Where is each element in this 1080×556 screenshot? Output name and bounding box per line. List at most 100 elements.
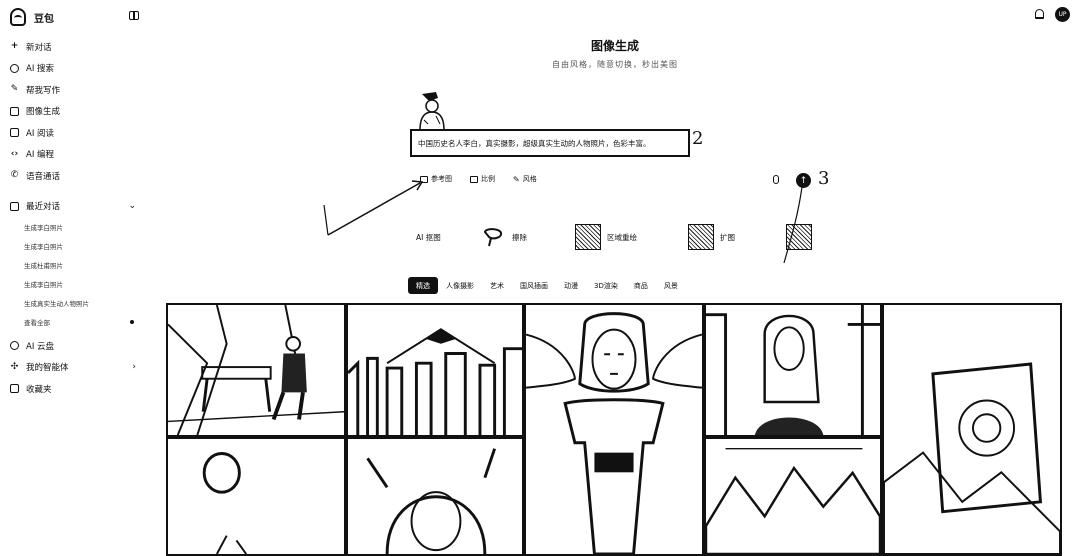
annotation-label-2: 2 [692,128,704,149]
gallery-image[interactable] [166,303,346,437]
page-subtitle: 自由风格，随意切换，秒出美图 [552,60,678,69]
sidebar-item-label: 帮我写作 [26,85,61,96]
cloud-icon [10,341,19,351]
gallery-image[interactable] [524,303,704,556]
send-button[interactable]: ↑ [796,173,811,188]
sidebar-item-writing[interactable]: ✎ 帮我写作 [0,79,150,101]
phone-icon: ✆ [10,170,19,181]
tab-featured[interactable]: 精选 [408,277,438,294]
ratio-icon [470,175,478,183]
tab-products[interactable]: 商品 [626,277,656,294]
sidebar-nav: + 新对话 AI 搜索 ✎ 帮我写作 图像生成 AI 阅读 ‹› AI 编程 ✆… [0,36,150,400]
image-icon [10,106,19,116]
microphone-icon[interactable] [773,175,779,184]
tab-chinese-illustration[interactable]: 国风插画 [512,277,556,294]
sidebar-collapse-icon[interactable] [129,11,139,20]
recent-chat-item[interactable]: 生成杜甫照片 [24,255,150,274]
style-button[interactable]: ✎ 风格 [513,174,537,184]
recent-chat-item[interactable]: 生成李白照片 [24,236,150,255]
sidebar-item-new-chat[interactable]: + 新对话 [0,36,150,58]
gallery-image[interactable] [346,437,524,556]
feature-label: 区域重绘 [607,232,637,242]
style-label: 风格 [522,175,537,183]
sidebar: 豆包 + 新对话 AI 搜索 ✎ 帮我写作 图像生成 AI 阅读 ‹› AI 编… [0,0,150,556]
recent-chats-header[interactable]: 最近对话 ⌄ [0,196,150,218]
reference-image-button[interactable]: 参考图 [420,174,452,184]
sidebar-item-label: 收藏夹 [26,384,52,395]
page-title: 图像生成 [590,39,639,53]
app-window: 豆包 + 新对话 AI 搜索 ✎ 帮我写作 图像生成 AI 阅读 ‹› AI 编… [0,0,1080,556]
sidebar-item-label: 我的智能体 [26,363,69,374]
tab-portrait[interactable]: 人像摄影 [438,277,482,294]
sidebar-item-label: AI 云盘 [26,341,55,352]
view-all-label: 查看全部 [24,318,50,327]
bookmark-icon [10,384,19,394]
image-gallery [166,303,1062,556]
more-dot-icon [130,319,134,324]
expand-image-thumb [688,224,714,250]
gallery-image[interactable] [166,437,346,556]
prompt-toolbar: 参考图 比例 ✎ 风格 [420,174,537,184]
gallery-image[interactable] [704,437,882,556]
chevron-down-icon[interactable]: ⌄ [128,201,136,211]
sidebar-item-label: AI 阅读 [26,128,55,139]
sidebar-item-image-generation[interactable]: 图像生成 [0,101,150,123]
brush-icon: ✎ [513,174,520,184]
image-icon [420,175,428,183]
gallery-image[interactable] [346,303,524,437]
feature-label: AI 抠图 [416,232,441,242]
recent-chat-item[interactable]: 生成李白照片 [24,217,150,236]
gallery-image[interactable] [704,303,882,437]
category-tabs: 精选 人像摄影 艺术 国风插画 动漫 3D渲染 商品 风景 [408,277,686,294]
erase-thumb-icon [483,228,503,247]
sidebar-item-voice-call[interactable]: ✆ 语音通话 [0,165,150,187]
annotation-label-3: 3 [818,168,830,189]
expand-image-button[interactable]: 扩图 [688,220,735,254]
prompt-input[interactable]: 中国历史名人李白，真实摄影，超级真实生动的人物照片，色彩丰富。 [410,129,690,157]
aspect-ratio-button[interactable]: 比例 [470,174,495,184]
sidebar-item-label: 新对话 [26,42,52,53]
sidebar-item-label: AI 编程 [26,150,55,161]
region-redraw-button[interactable]: 区域重绘 [575,220,637,254]
reference-image-label: 参考图 [431,175,452,183]
sidebar-item-label: 图像生成 [26,107,61,118]
feature-row: AI 抠图 擦除 区域重绘 扩图 [410,220,830,254]
tab-3d-render[interactable]: 3D渲染 [586,277,626,294]
feature-label: 擦除 [512,232,527,242]
plus-icon: + [10,41,19,52]
recent-chat-item[interactable]: 生成李白照片 [24,274,150,293]
ai-cutout-button[interactable]: AI 抠图 [416,220,441,254]
sidebar-item-label: AI 搜索 [26,64,55,75]
sidebar-item-ai-reading[interactable]: AI 阅读 [0,122,150,144]
erase-button[interactable]: 擦除 [480,220,527,254]
doubao-logo-icon [10,8,26,26]
chevron-right-icon[interactable]: › [132,362,136,372]
chat-icon [10,201,19,211]
brand[interactable]: 豆包 [10,8,54,26]
avatar[interactable]: UP [1055,7,1070,22]
agent-icon: ✣ [10,361,19,372]
sidebar-item-cloud-drive[interactable]: AI 云盘 [0,335,150,357]
book-icon [10,128,19,138]
sidebar-item-favorites[interactable]: 收藏夹 [0,378,150,400]
sidebar-item-my-agents[interactable]: ✣ 我的智能体 › [0,357,150,379]
sidebar-item-ai-coding[interactable]: ‹› AI 编程 [0,144,150,166]
pen-icon: ✎ [10,84,19,95]
gallery-image[interactable] [882,303,1062,556]
region-redraw-thumb [575,224,601,250]
more-feature-button[interactable] [786,220,812,254]
search-icon [10,63,19,73]
tab-anime[interactable]: 动漫 [556,277,586,294]
recent-chats-label: 最近对话 [26,202,61,213]
code-icon: ‹› [10,148,19,159]
aspect-ratio-label: 比例 [481,175,495,183]
tab-landscape[interactable]: 风景 [656,277,686,294]
bell-icon[interactable] [1035,9,1044,19]
tab-art[interactable]: 艺术 [482,277,512,294]
feature-label: 扩图 [720,232,735,242]
sidebar-item-ai-search[interactable]: AI 搜索 [0,58,150,80]
reference-portrait-icon [419,92,445,130]
recent-chats-list: 生成李白照片 生成李白照片 生成杜甫照片 生成李白照片 生成真实生动人物照片 查… [0,217,150,331]
view-all-chats[interactable]: 查看全部 [24,312,150,331]
recent-chat-item[interactable]: 生成真实生动人物照片 [24,293,150,312]
